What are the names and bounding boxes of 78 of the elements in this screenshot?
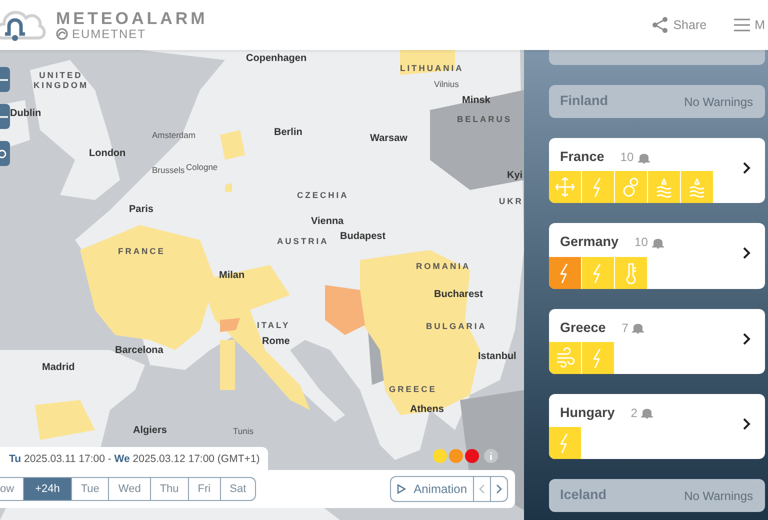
country-card[interactable]: Hungary 2 (549, 394, 765, 459)
chevron-left-icon (479, 484, 485, 494)
country-label: AUSTRIA (277, 237, 329, 246)
city-label: London (89, 149, 126, 159)
warning-count: 10 (620, 149, 634, 166)
city-label: Rome (262, 337, 290, 347)
status-text: No Warnings (684, 94, 753, 110)
time-tab[interactable]: +24h (24, 477, 72, 501)
warning-count: 7 (622, 320, 628, 337)
country-label: LITHUANIA (400, 64, 464, 72)
time-tab[interactable]: Wed (109, 477, 151, 501)
city-label: Amsterdam (152, 131, 196, 140)
chevron-right-icon (743, 332, 751, 344)
city-label: Paris (129, 205, 154, 215)
time-tab[interactable]: ow (0, 477, 24, 501)
brand-title: METEOALARM (56, 10, 208, 28)
city-label: Brussels (152, 166, 185, 174)
country-label: GREECE (389, 385, 437, 394)
country-name: Iceland (560, 486, 607, 504)
status-text: No Warnings (684, 488, 753, 504)
country-name: Greece (560, 318, 606, 336)
country-label: FRANCE (118, 247, 166, 256)
chevron-right-icon (496, 484, 502, 494)
share-button[interactable]: Share (650, 14, 708, 36)
country-name: France (560, 148, 604, 166)
country-name: Germany (560, 233, 619, 252)
city-label: Barcelona (115, 346, 164, 356)
chevron-right-icon (743, 247, 751, 260)
city-label: Vilnius (434, 80, 459, 88)
city-label: Budapest (340, 232, 386, 242)
country-label: BULGARIA (426, 322, 487, 330)
city-label: Athens (410, 405, 444, 415)
city-label: Vienna (311, 217, 344, 227)
country-card[interactable]: Greece 7 (549, 308, 765, 374)
city-label: Copenhagen (246, 54, 307, 64)
country-name: Finland (560, 92, 608, 110)
warning-count: 2 (630, 404, 638, 422)
city-label: Warsaw (370, 134, 408, 144)
chevron-right-icon (743, 418, 751, 430)
chevron-right-icon (743, 162, 751, 174)
city-label: Algiers (133, 426, 167, 436)
country-card[interactable]: Germany 10 (549, 223, 765, 288)
time-tab[interactable]: Sat (220, 477, 256, 501)
city-label: Bucharest (434, 290, 483, 300)
city-label: Istanbul (478, 352, 516, 362)
previous-button[interactable] (474, 476, 491, 502)
time-tab[interactable]: Thu (150, 477, 189, 501)
country-name: Hungary (560, 404, 615, 422)
country-label: CZECHIA (297, 191, 349, 200)
bell-icon (641, 406, 654, 420)
menu-button[interactable]: M (732, 14, 766, 36)
warning-count: 10 (634, 234, 648, 252)
country-card[interactable]: France 10 (549, 138, 765, 204)
city-label: Berlin (274, 128, 302, 138)
country-label: BELARUS (457, 115, 512, 124)
play-icon (396, 484, 406, 494)
city-label: Cologne (186, 163, 218, 172)
period-text: Tu 2025.03.11 17:00 - We 2025.03.12 17:00 (GMT+1) (0, 447, 268, 471)
brand-subtitle: EUMETNET (72, 28, 146, 40)
country-label: ROMANIA (416, 262, 471, 270)
city-label: Dublin (10, 109, 42, 119)
city-label: Minsk (462, 96, 490, 106)
animation-button[interactable]: Animation (390, 476, 474, 502)
swirl-icon (56, 28, 68, 40)
country-label: UKR (499, 197, 524, 206)
country-label: ITALY (257, 321, 290, 330)
time-tab[interactable]: Tue (72, 477, 110, 501)
locate-icon (0, 148, 8, 158)
city-label: Tunis (233, 427, 254, 436)
share-icon (651, 16, 670, 34)
city-label: Milan (219, 271, 245, 281)
city-label: Madrid (42, 363, 75, 373)
city-label: Kyi (507, 171, 523, 181)
menu-icon (732, 17, 751, 33)
bell-icon (632, 321, 644, 334)
time-tab[interactable]: Fri (188, 477, 221, 501)
next-button[interactable] (491, 476, 508, 502)
country-label: UNITED KINGDOM (32, 70, 90, 90)
